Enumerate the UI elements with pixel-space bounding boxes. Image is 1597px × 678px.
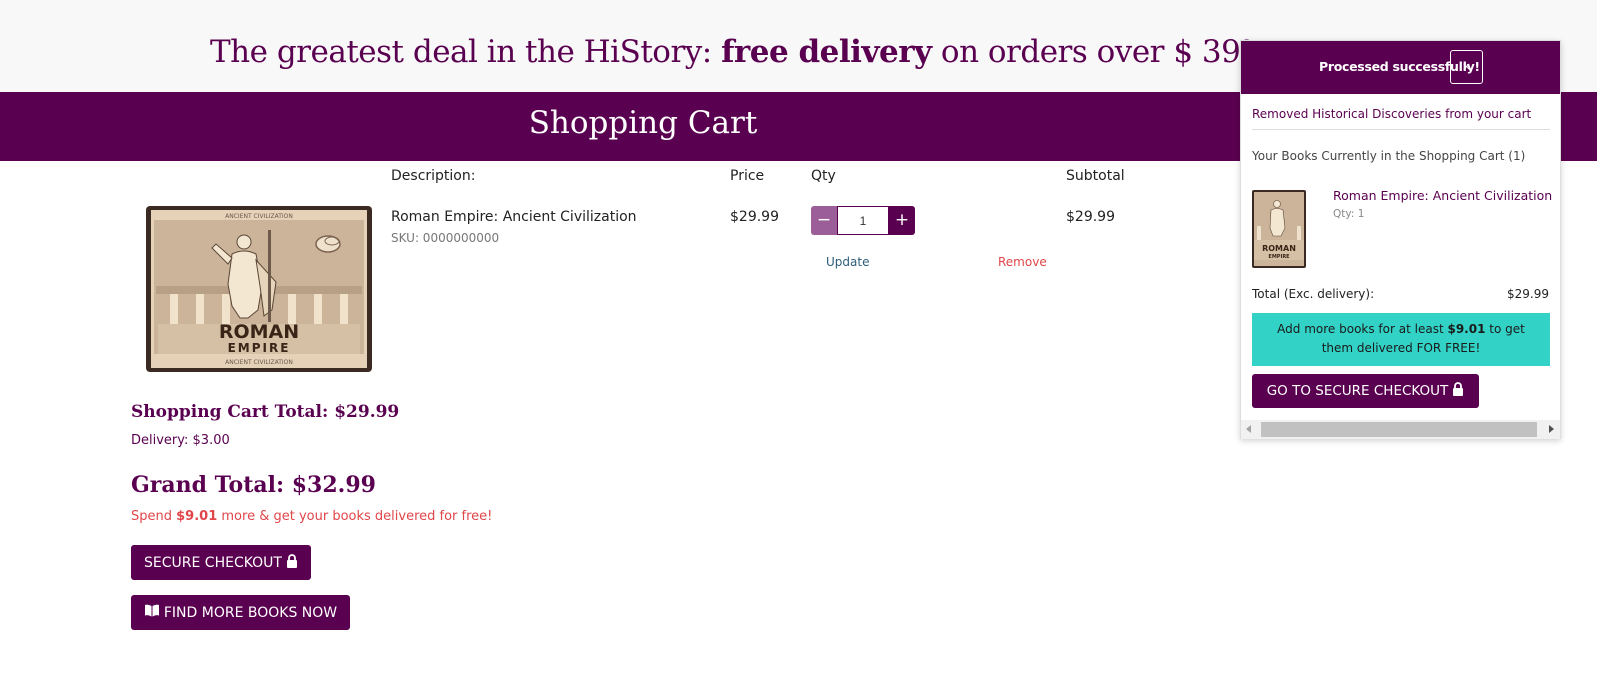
toast-divider [1252,129,1550,130]
toast-item-qty: Qty: 1 [1333,208,1365,220]
promo-banner-text: The greatest deal in the HiStory: free d… [210,34,1253,70]
lock-icon [1452,382,1464,400]
toast-message: Removed Historical Discoveries from your… [1252,107,1532,121]
cover-title-line2: EMPIRE [228,341,291,355]
book-open-icon [144,604,160,621]
product-title: Roman Empire: Ancient Civilization [391,209,637,225]
remove-link[interactable]: Remove [998,255,1047,269]
toast-total-value: $29.99 [1507,287,1549,301]
promo-highlight: free delivery [721,34,932,70]
column-header-subtotal: Subtotal [1066,168,1125,184]
cover-top-text: ANCIENT CIVILIZATION [225,213,293,220]
increment-button[interactable]: + [889,206,915,235]
quantity-stepper: − + [811,206,915,235]
secure-checkout-button[interactable]: SECURE CHECKOUT [131,545,311,580]
toast-item-thumbnail: ROMAN EMPIRE [1252,190,1306,268]
product-price: $29.99 [730,209,779,225]
column-header-qty: Qty [811,168,836,184]
go-to-checkout-label: GO TO SECURE CHECKOUT [1266,383,1449,399]
promo-suffix: on orders over $ 39! [931,34,1253,70]
cart-total: Shopping Cart Total: $29.99 [131,402,400,422]
free-delivery-message: Spend $9.01 more & get your books delive… [131,509,492,524]
find-more-books-button[interactable]: FIND MORE BOOKS NOW [131,595,350,630]
scroll-left-arrow-icon[interactable] [1246,425,1251,433]
spend-prefix: Spend [131,509,177,524]
scrollbar-thumb[interactable] [1261,422,1537,437]
info-prefix: Add more books for at least [1277,322,1448,336]
product-cover-image: ANCIENT CIVILIZATION ROMAN EMPIRE ANCIEN… [146,206,372,372]
page-title: Shopping Cart [528,105,758,141]
thumb-title-line2: EMPIRE [1268,254,1290,260]
toast-books-heading: Your Books Currently in the Shopping Car… [1252,149,1526,163]
free-delivery-info-box: Add more books for at least $9.01 to get… [1252,313,1550,366]
column-header-price: Price [730,168,765,184]
column-header-description: Description: [391,168,476,184]
minus-icon: − [816,210,832,230]
toast-item-title[interactable]: Roman Empire: Ancient Civilization [1333,188,1552,203]
product-sku: SKU: 0000000000 [391,231,500,245]
secure-checkout-label: SECURE CHECKOUT [144,554,282,571]
promo-prefix: The greatest deal in the HiStory: [210,34,722,70]
product-subtotal: $29.99 [1066,209,1115,225]
find-more-books-label: FIND MORE BOOKS NOW [163,604,338,621]
info-emphasis: FOR FREE! [1416,341,1481,355]
horizontal-scrollbar[interactable] [1241,420,1560,439]
toast-total-label: Total (Exc. delivery): [1252,287,1375,301]
update-link[interactable]: Update [826,255,869,269]
go-to-secure-checkout-button[interactable]: GO TO SECURE CHECKOUT [1252,374,1479,408]
success-toast: Processed successfully! × Removed Histor… [1240,40,1561,439]
thumb-title-line1: ROMAN [1262,244,1296,253]
toast-close-button[interactable]: × [1450,50,1483,84]
info-amount: $9.01 [1447,322,1486,336]
decrement-button[interactable]: − [811,206,837,235]
spend-amount: $9.01 [176,509,218,524]
scroll-right-arrow-icon[interactable] [1549,425,1554,433]
cover-bottom-text: ANCIENT CIVILIZATION [225,359,293,366]
grand-total: Grand Total: $32.99 [131,472,376,498]
delivery-cost: Delivery: $3.00 [131,433,230,448]
plus-icon: + [894,210,910,230]
spend-suffix: more & get your books delivered for free… [217,509,493,524]
cover-title-line1: ROMAN [219,321,299,343]
quantity-input[interactable] [837,206,889,235]
lock-icon [286,553,298,572]
close-icon: × [1461,60,1472,73]
